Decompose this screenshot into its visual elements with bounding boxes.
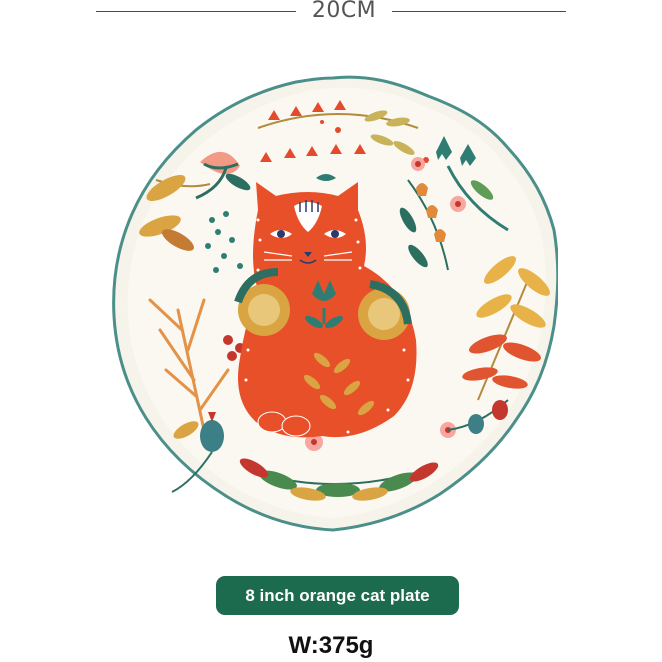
dimension-line-left bbox=[96, 11, 296, 12]
dimension-label: 20CM bbox=[311, 0, 377, 23]
product-name-badge: 8 inch orange cat plate bbox=[216, 576, 459, 615]
dimension-line-right bbox=[392, 11, 566, 12]
product-weight: W:375g bbox=[288, 632, 374, 659]
dimension-indicator: 20CM bbox=[0, 0, 662, 28]
cat-plate-illustration bbox=[112, 75, 558, 532]
product-image bbox=[108, 70, 558, 540]
